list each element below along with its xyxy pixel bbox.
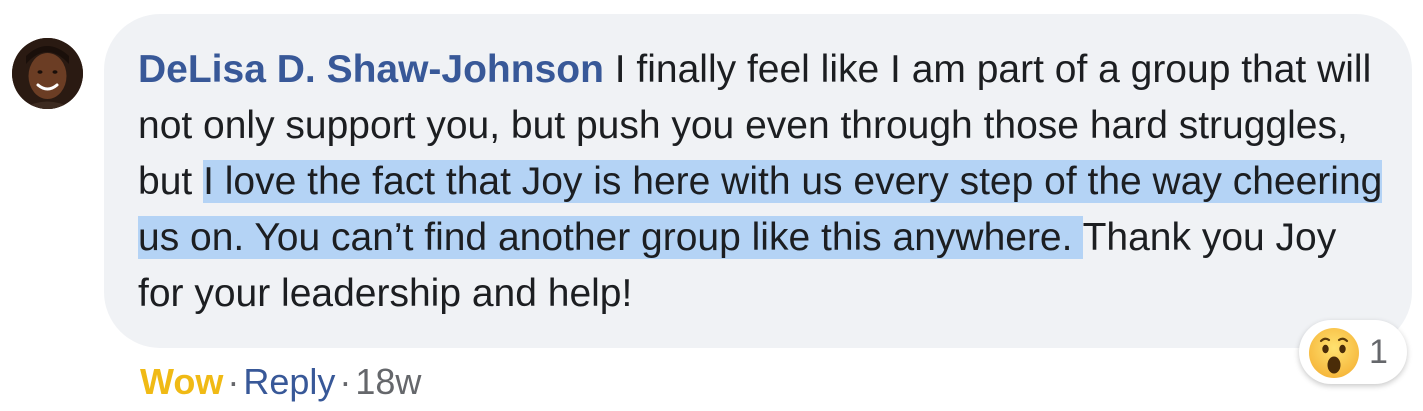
avatar[interactable] — [12, 38, 83, 109]
reaction-summary[interactable]: 1 — [1299, 320, 1407, 384]
reply-button[interactable]: Reply — [243, 361, 335, 402]
wow-reaction-button[interactable]: Wow — [140, 361, 223, 402]
wow-emoji-icon — [1309, 328, 1359, 378]
timestamp-link[interactable]: 18w — [355, 361, 421, 402]
comment-body: DeLisa D. Shaw-Johnson I finally feel li… — [138, 42, 1388, 322]
reaction-count: 1 — [1369, 333, 1388, 371]
separator-dot: · — [339, 361, 352, 402]
author-name-link[interactable]: DeLisa D. Shaw-Johnson — [138, 48, 604, 91]
comment-actions: Wow · Reply · 18w — [140, 358, 421, 406]
profile-photo — [12, 38, 83, 109]
separator-dot: · — [227, 361, 240, 402]
